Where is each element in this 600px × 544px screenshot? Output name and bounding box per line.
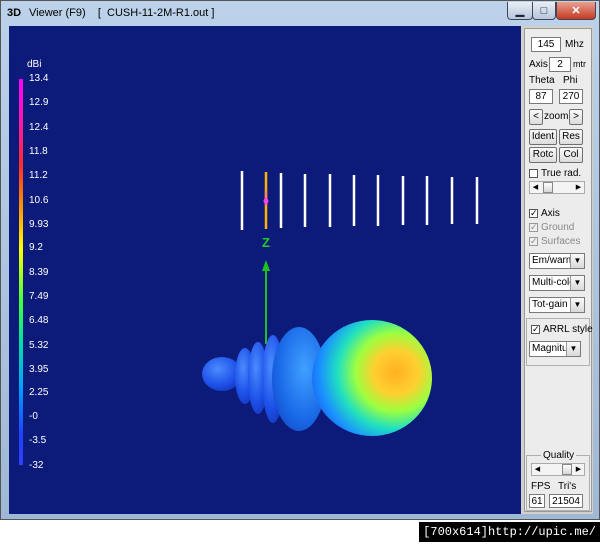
zoom-label: zoom bbox=[544, 111, 569, 122]
client-area: dBi 13.4 12.9 12.4 11.8 11.2 10.6 9.93 9… bbox=[9, 26, 593, 514]
chevron-down-icon: ▼ bbox=[570, 276, 584, 290]
close-icon: ✕ bbox=[571, 5, 581, 17]
tris-label: Tri's bbox=[558, 481, 577, 492]
true-rad-checkbox[interactable] bbox=[529, 169, 538, 178]
watermark-strip: [700x614]http://upic.me/ bbox=[0, 520, 600, 544]
surfaces-checkbox[interactable]: ✓ bbox=[529, 237, 538, 246]
control-panel: 145 Mhz Axis 2 mtr Theta Phi 87 270 < zo… bbox=[524, 28, 593, 512]
slider-right-icon: ▶ bbox=[575, 466, 582, 473]
theta-input[interactable]: 87 bbox=[529, 89, 553, 104]
frequency-unit: Mhz bbox=[565, 39, 584, 50]
col-button[interactable]: Col bbox=[559, 147, 583, 163]
magnitude-select[interactable]: Magnitud ▼ bbox=[529, 341, 581, 357]
axis-size-unit: mtr bbox=[573, 59, 586, 69]
slider-thumb[interactable] bbox=[562, 464, 572, 475]
tris-value: 21504 bbox=[549, 494, 583, 508]
slider-right-icon: ▶ bbox=[575, 184, 582, 191]
watermark: [700x614]http://upic.me/ bbox=[419, 522, 600, 542]
phi-input[interactable]: 270 bbox=[559, 89, 583, 104]
fps-label: FPS bbox=[531, 481, 551, 492]
antenna-elements bbox=[240, 171, 479, 230]
maximize-icon: □ bbox=[540, 4, 548, 17]
ident-button[interactable]: Ident bbox=[529, 129, 557, 145]
res-button[interactable]: Res bbox=[559, 129, 583, 145]
color-mode-value: Multi-colo bbox=[532, 277, 575, 288]
radiation-lobes bbox=[202, 320, 432, 436]
fps-value: 61 bbox=[529, 494, 545, 508]
chevron-down-icon: ▼ bbox=[570, 254, 584, 268]
theta-label: Theta bbox=[529, 75, 555, 86]
chevron-down-icon: ▼ bbox=[566, 342, 580, 356]
color-scheme-select[interactable]: Em/warm ▼ bbox=[529, 253, 585, 269]
window-title: Viewer (F9) [ CUSH-11-2M-R1.out ] bbox=[29, 7, 215, 19]
phi-label: Phi bbox=[563, 75, 578, 86]
axis-size-input[interactable]: 2 bbox=[549, 57, 571, 72]
close-button[interactable]: ✕ bbox=[556, 2, 596, 20]
app-icon: 3D bbox=[7, 7, 22, 19]
gain-type-select[interactable]: Tot-gain ▼ bbox=[529, 297, 585, 313]
color-mode-select[interactable]: Multi-colo ▼ bbox=[529, 275, 585, 291]
maximize-button[interactable]: □ bbox=[532, 2, 556, 20]
gain-type-value: Tot-gain bbox=[532, 299, 568, 310]
title-bar[interactable]: 3D Viewer (F9) [ CUSH-11-2M-R1.out ] ▁ □… bbox=[1, 1, 599, 25]
arrl-style-checkbox[interactable]: ✓ bbox=[531, 325, 540, 334]
true-rad-slider[interactable]: ◀ ▶ bbox=[529, 181, 585, 194]
minimize-button[interactable]: ▁ bbox=[507, 2, 533, 20]
z-axis-label: Z bbox=[262, 235, 270, 250]
slider-left-icon: ◀ bbox=[534, 466, 541, 473]
axis-size-label: Axis bbox=[529, 59, 548, 70]
color-scheme-value: Em/warm bbox=[532, 255, 575, 266]
ground-checkbox-label: Ground bbox=[541, 222, 575, 233]
zoom-out-button[interactable]: < bbox=[529, 109, 543, 125]
app-window: 3D Viewer (F9) [ CUSH-11-2M-R1.out ] ▁ □… bbox=[0, 0, 600, 520]
axis-checkbox[interactable]: ✓ bbox=[529, 209, 538, 218]
slider-thumb[interactable] bbox=[543, 182, 553, 193]
z-axis bbox=[262, 260, 270, 344]
arrl-style-label: ARRL style bbox=[543, 324, 593, 335]
quality-slider[interactable]: ◀ ▶ bbox=[531, 463, 585, 476]
slider-left-icon: ◀ bbox=[532, 184, 539, 191]
quality-label: Quality bbox=[541, 450, 577, 461]
ground-checkbox[interactable]: ✓ bbox=[529, 223, 538, 232]
rotc-button[interactable]: Rotc bbox=[529, 147, 557, 163]
chevron-down-icon: ▼ bbox=[570, 298, 584, 312]
true-rad-label: True rad. bbox=[541, 168, 582, 179]
axis-checkbox-label: Axis bbox=[541, 208, 560, 219]
3d-viewport[interactable]: dBi 13.4 12.9 12.4 11.8 11.2 10.6 9.93 9… bbox=[9, 26, 521, 514]
frequency-input[interactable]: 145 bbox=[531, 37, 561, 52]
surfaces-checkbox-label: Surfaces bbox=[541, 236, 581, 247]
zoom-in-button[interactable]: > bbox=[569, 109, 583, 125]
minimize-icon: ▁ bbox=[515, 5, 525, 17]
radiation-pattern-render bbox=[202, 171, 479, 436]
